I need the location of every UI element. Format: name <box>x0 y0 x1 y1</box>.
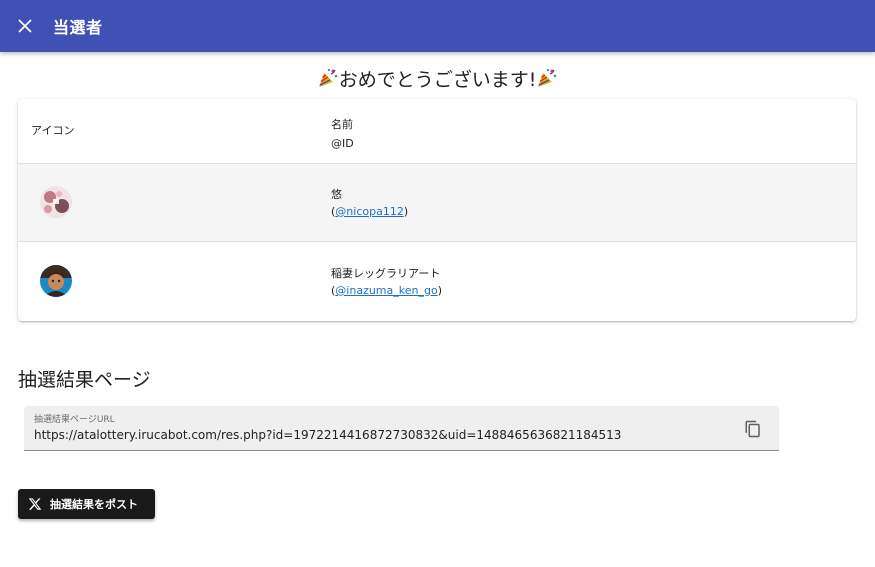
user-id: (@inazuma_ken_go) <box>331 284 442 297</box>
x-logo-icon <box>28 497 42 511</box>
results-page-heading: 抽選結果ページ <box>18 369 151 391</box>
congrats-message: おめでとうございます! <box>0 66 875 94</box>
result-url-input[interactable]: https://atalottery.irucabot.com/res.php?… <box>34 428 621 442</box>
user-cell: 稲妻レッグラリアート (@inazuma_ken_go) <box>331 265 442 299</box>
avatar <box>40 186 72 218</box>
column-header-icon: アイコン <box>31 124 75 137</box>
user-cell: 悠 (@nicopa112) <box>331 186 408 220</box>
post-results-label: 抽選結果をポスト <box>50 498 138 511</box>
column-header-name: 名前 @ID <box>331 115 354 153</box>
table-row: 悠 (@nicopa112) <box>18 164 856 242</box>
user-profile-link[interactable]: @inazuma_ken_go <box>335 284 437 297</box>
avatar <box>40 265 72 297</box>
close-icon <box>18 19 32 33</box>
winners-table: アイコン 名前 @ID 悠 (@nicopa112) 稲妻レッグラリアート (@… <box>18 99 856 321</box>
user-name: 悠 <box>331 188 342 201</box>
congrats-text: おめでとうございます! <box>338 69 537 91</box>
page-title: 当選者 <box>53 18 103 37</box>
user-name: 稲妻レッグラリアート <box>331 267 441 280</box>
user-profile-link[interactable]: @nicopa112 <box>335 205 404 218</box>
table-header: アイコン 名前 @ID <box>18 99 856 164</box>
app-toolbar: 当選者 <box>0 0 875 52</box>
post-results-button[interactable]: 抽選結果をポスト <box>18 489 155 519</box>
copy-url-button[interactable] <box>740 416 766 442</box>
result-url-field[interactable]: 抽選結果ページURL https://atalottery.irucabot.c… <box>24 406 779 451</box>
result-url-label: 抽選結果ページURL <box>34 415 115 425</box>
column-header-name-label: 名前 <box>331 118 353 131</box>
copy-icon <box>745 420 760 438</box>
party-popper-icon <box>538 68 557 87</box>
table-row: 稲妻レッグラリアート (@inazuma_ken_go) <box>18 243 856 321</box>
column-header-id-label: @ID <box>331 137 354 150</box>
user-id: (@nicopa112) <box>331 205 409 218</box>
party-popper-icon <box>318 68 337 87</box>
close-button[interactable] <box>0 0 50 52</box>
